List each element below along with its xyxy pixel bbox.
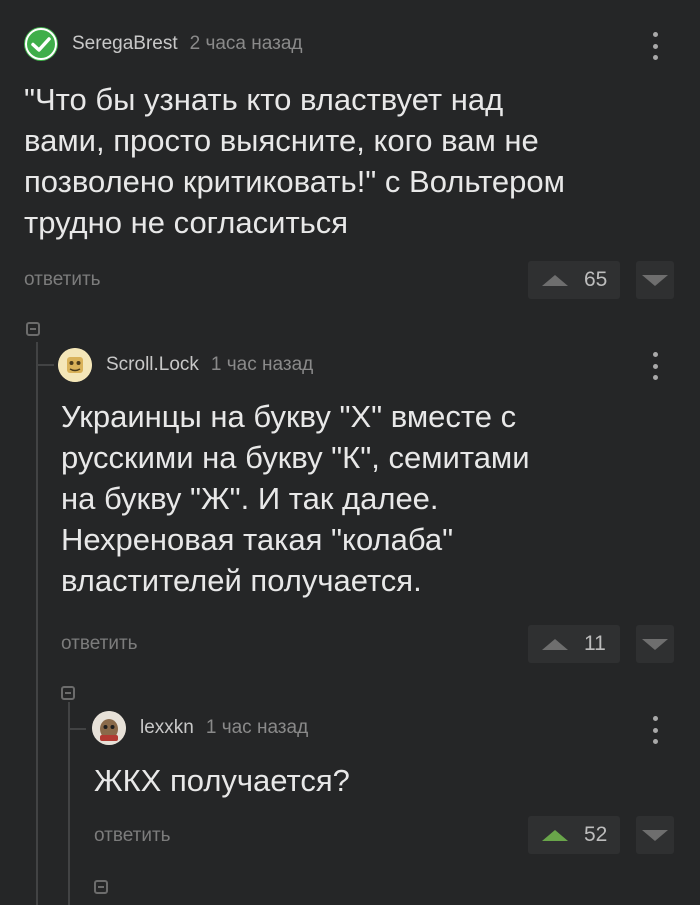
arrow-up-icon — [542, 829, 568, 841]
downvote-button[interactable] — [636, 261, 674, 299]
thread-connector — [68, 728, 86, 730]
arrow-up-icon — [542, 274, 568, 286]
comment-header: Scroll.Lock 1 час назад — [58, 348, 313, 382]
comment-author[interactable]: lexxkn — [140, 717, 194, 739]
more-options-icon[interactable] — [652, 352, 658, 380]
comment-text: ЖКХ получается? — [94, 763, 350, 798]
comment-author[interactable]: Scroll.Lock — [106, 354, 199, 376]
arrow-down-icon — [642, 638, 668, 650]
score: 65 — [584, 268, 608, 291]
downvote-button[interactable] — [636, 816, 674, 854]
user-avatar-icon[interactable] — [58, 348, 92, 382]
score: 52 — [584, 823, 608, 846]
reply-button[interactable]: ответить — [61, 633, 138, 655]
comment-header: lexxkn 1 час назад — [92, 711, 308, 745]
more-options-icon[interactable] — [652, 716, 658, 744]
collapse-toggle[interactable] — [61, 686, 75, 700]
upvote-button[interactable]: 65 — [528, 261, 620, 299]
thread-line — [36, 342, 38, 905]
arrow-up-icon — [542, 638, 568, 650]
more-options-icon[interactable] — [652, 32, 658, 60]
downvote-button[interactable] — [636, 625, 674, 663]
user-avatar-icon[interactable] — [92, 711, 126, 745]
comment-time: 1 час назад — [205, 717, 309, 738]
comment-time: 2 часа назад — [189, 33, 303, 54]
arrow-down-icon — [642, 829, 668, 841]
thread-connector — [36, 364, 54, 366]
arrow-down-icon — [642, 274, 668, 286]
thread-line — [68, 702, 70, 905]
comment-time: 1 час назад — [210, 354, 314, 375]
upvote-button[interactable]: 52 — [528, 816, 620, 854]
comment-text: "Что бы узнать кто властвует над вами, п… — [24, 82, 565, 240]
reply-button[interactable]: ответить — [94, 825, 171, 847]
comment-header: SeregaBrest 2 часа назад — [24, 27, 303, 61]
score: 11 — [584, 632, 606, 655]
reply-button[interactable]: ответить — [24, 269, 101, 291]
collapse-toggle[interactable] — [26, 322, 40, 336]
verified-check-icon[interactable] — [24, 27, 58, 61]
upvote-button[interactable]: 11 — [528, 625, 620, 663]
comment-author[interactable]: SeregaBrest — [72, 33, 178, 55]
collapse-toggle[interactable] — [94, 880, 108, 894]
comment-text: Украинцы на букву "Х" вместе с русскими … — [61, 399, 530, 598]
